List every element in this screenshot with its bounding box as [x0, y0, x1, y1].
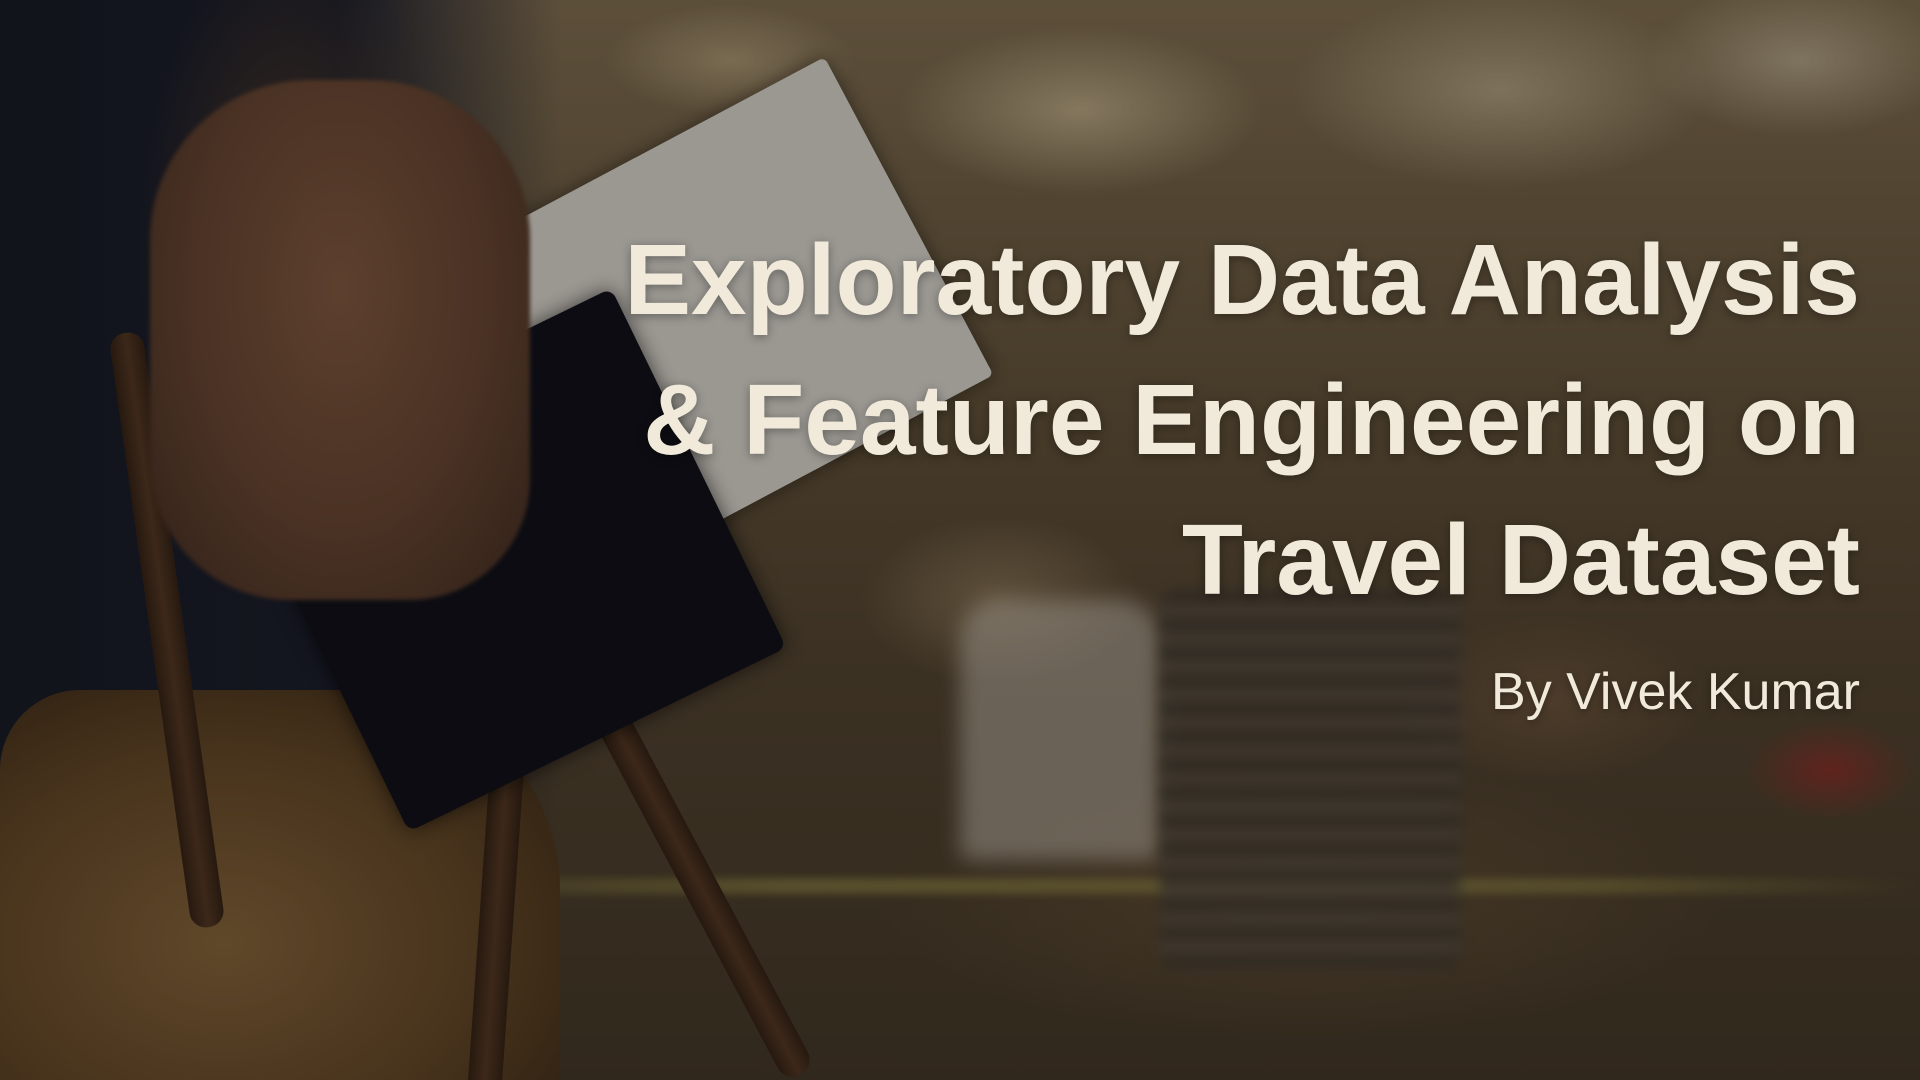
title-line-3: Travel Dataset [1181, 504, 1860, 616]
title-line-1: Exploratory Data Analysis [624, 224, 1860, 336]
title-line-2: & Feature Engineering on [643, 364, 1860, 476]
slide-title: Exploratory Data Analysis & Feature Engi… [540, 210, 1860, 630]
author-byline: By Vivek Kumar [1491, 663, 1860, 721]
title-slide: Exploratory Data Analysis & Feature Engi… [0, 0, 1920, 1080]
